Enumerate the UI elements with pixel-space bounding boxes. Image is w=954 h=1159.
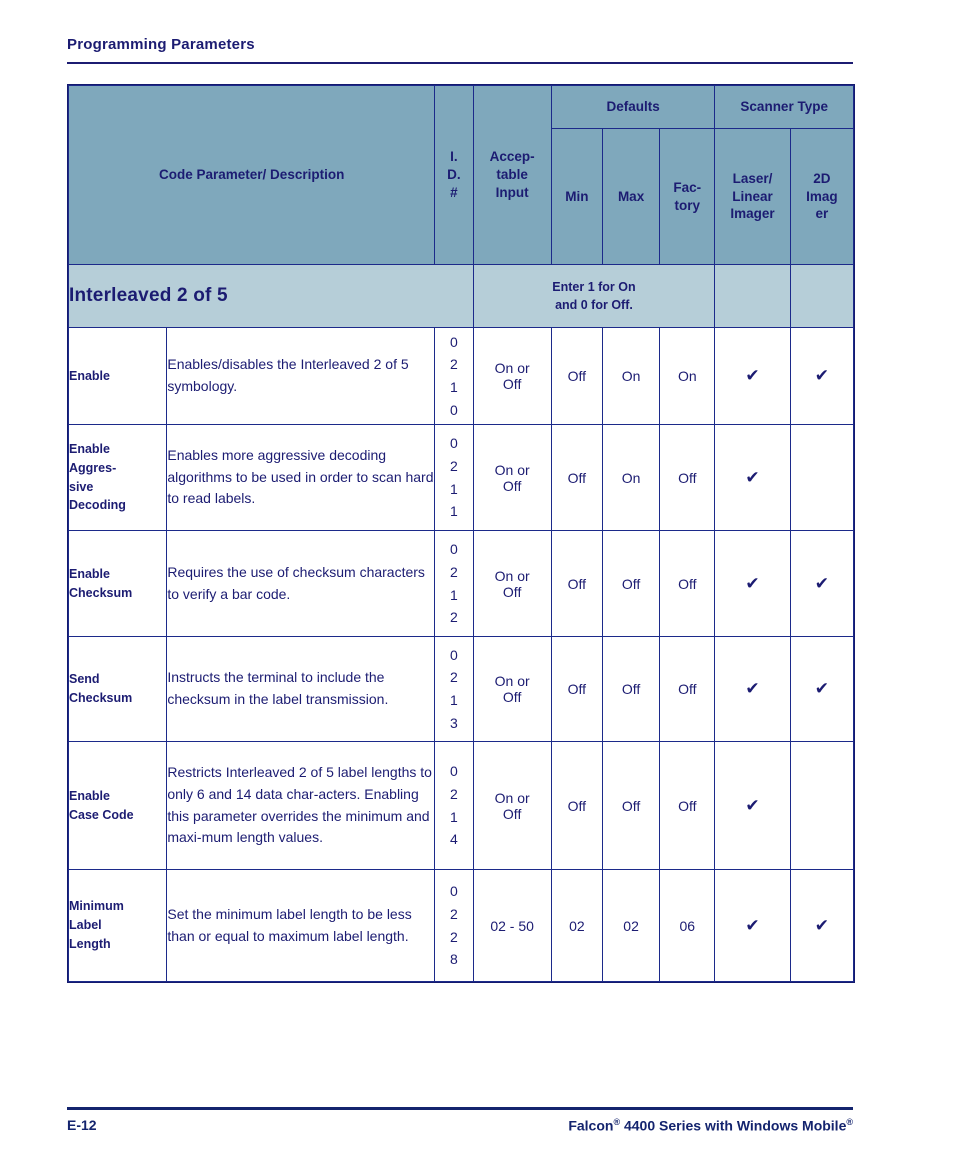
header-2d-imager: 2D Imag er (789, 128, 855, 265)
row-laser-linear-imager-checkmark-icon: ✔ (714, 869, 791, 982)
row-min: Off (550, 741, 603, 870)
row-acceptable-input: On or Off (472, 636, 552, 742)
table-row: Enable Checksum Requires the use of chec… (67, 530, 855, 637)
row-description: Enables/disables the Interleaved 2 of 5 … (166, 327, 436, 425)
table-row: Minimum Label Length Set the minimum lab… (67, 869, 855, 982)
section-note: Enter 1 for On and 0 for Off. (472, 264, 716, 328)
row-id: 0 2 1 2 (434, 530, 474, 637)
row-id: 0 2 2 8 (434, 869, 474, 982)
header-factory: Fac- tory (659, 128, 716, 265)
row-acceptable-input: On or Off (472, 424, 552, 531)
row-2d-imager-checkmark-icon: ✔ (789, 327, 855, 425)
row-parameter: Minimum Label Length (67, 869, 168, 982)
row-min: Off (550, 327, 603, 425)
header-acceptable-input: Accep- table Input (472, 85, 552, 265)
running-head: Programming Parameters (67, 36, 255, 53)
row-description: Set the minimum label length to be less … (166, 869, 436, 982)
row-id: 0 2 1 3 (434, 636, 474, 742)
row-2d-imager-checkmark-icon (789, 424, 855, 531)
section-band-2d-cell (789, 264, 855, 328)
header-row-top: Code Parameter/ Description I. D. # Acce… (67, 85, 854, 265)
row-acceptable-input: 02 - 50 (472, 869, 552, 982)
row-laser-linear-imager-checkmark-icon: ✔ (714, 530, 791, 637)
row-acceptable-input: On or Off (472, 530, 552, 637)
table-row: Send Checksum Instructs the terminal to … (67, 636, 855, 742)
header-laser-linear-imager: Laser/ Linear Imager (714, 128, 791, 265)
row-min: 02 (550, 869, 603, 982)
row-max: 02 (601, 869, 661, 982)
row-id: 0 2 1 4 (434, 741, 474, 870)
row-max: Off (601, 741, 661, 870)
row-description: Instructs the terminal to include the ch… (166, 636, 436, 742)
footer-registered-mark-2: ® (846, 1117, 853, 1127)
row-max: On (601, 327, 661, 425)
parameters-table: Code Parameter/ Description I. D. # Acce… (67, 85, 855, 982)
table-body: Interleaved 2 of 5 Enter 1 for On and 0 … (67, 264, 855, 982)
table-row: Enable Enables/disables the Interleaved … (67, 327, 855, 425)
row-laser-linear-imager-checkmark-icon: ✔ (714, 327, 791, 425)
row-factory: Off (659, 741, 716, 870)
section-band-row: Interleaved 2 of 5 Enter 1 for On and 0 … (68, 264, 855, 328)
row-factory: Off (659, 424, 716, 531)
row-max: Off (601, 530, 661, 637)
header-scanner-type-group: Scanner Type (714, 85, 854, 129)
row-min: Off (550, 424, 603, 531)
row-max: Off (601, 636, 661, 742)
row-factory: 06 (659, 869, 716, 982)
row-description: Restricts Interleaved 2 of 5 label lengt… (166, 741, 436, 870)
row-max: On (601, 424, 661, 531)
row-description: Requires the use of checksum characters … (166, 530, 436, 637)
table-head: Code Parameter/ Description I. D. # Acce… (67, 85, 855, 265)
header-code-parameter: Code Parameter/ Description (67, 85, 436, 265)
section-band-laser-cell (714, 264, 791, 328)
running-head-rule (67, 62, 853, 64)
row-parameter: Enable (67, 327, 168, 425)
row-factory: On (659, 327, 716, 425)
row-min: Off (550, 636, 603, 742)
footer-page-number: E-12 (67, 1117, 97, 1133)
table-row: Enable Aggres- sive Decoding Enables mor… (67, 424, 855, 531)
header-min: Min (550, 128, 603, 265)
row-parameter: Enable Checksum (67, 530, 168, 637)
row-2d-imager-checkmark-icon: ✔ (789, 869, 855, 982)
row-parameter: Send Checksum (67, 636, 168, 742)
document-page: Programming Parameters Code Parameter/ D… (0, 0, 954, 1159)
footer-product-line: Falcon® 4400 Series with Windows Mobile® (568, 1117, 853, 1134)
row-id: 0 2 1 0 (434, 327, 474, 425)
row-acceptable-input: On or Off (472, 327, 552, 425)
row-id: 0 2 1 1 (434, 424, 474, 531)
row-factory: Off (659, 636, 716, 742)
row-laser-linear-imager-checkmark-icon: ✔ (714, 741, 791, 870)
row-factory: Off (659, 530, 716, 637)
row-description: Enables more aggressive decoding algorit… (166, 424, 436, 531)
row-2d-imager-checkmark-icon: ✔ (789, 530, 855, 637)
footer-product-prefix: Falcon (568, 1117, 614, 1134)
header-max: Max (601, 128, 661, 265)
header-defaults-group: Defaults (550, 85, 716, 129)
row-2d-imager-checkmark-icon (789, 741, 855, 870)
footer-rule (67, 1107, 853, 1110)
parameters-table-wrapper: Code Parameter/ Description I. D. # Acce… (67, 84, 855, 983)
row-laser-linear-imager-checkmark-icon: ✔ (714, 424, 791, 531)
footer-product-mid: 4400 Series with Windows Mobile (620, 1117, 847, 1134)
row-parameter: Enable Case Code (67, 741, 168, 870)
table-row: Enable Case Code Restricts Interleaved 2… (67, 741, 855, 870)
row-laser-linear-imager-checkmark-icon: ✔ (714, 636, 791, 742)
row-min: Off (550, 530, 603, 637)
row-parameter: Enable Aggres- sive Decoding (67, 424, 168, 531)
row-2d-imager-checkmark-icon: ✔ (789, 636, 855, 742)
header-id-number: I. D. # (434, 85, 474, 265)
section-title: Interleaved 2 of 5 (68, 264, 474, 328)
row-acceptable-input: On or Off (472, 741, 552, 870)
